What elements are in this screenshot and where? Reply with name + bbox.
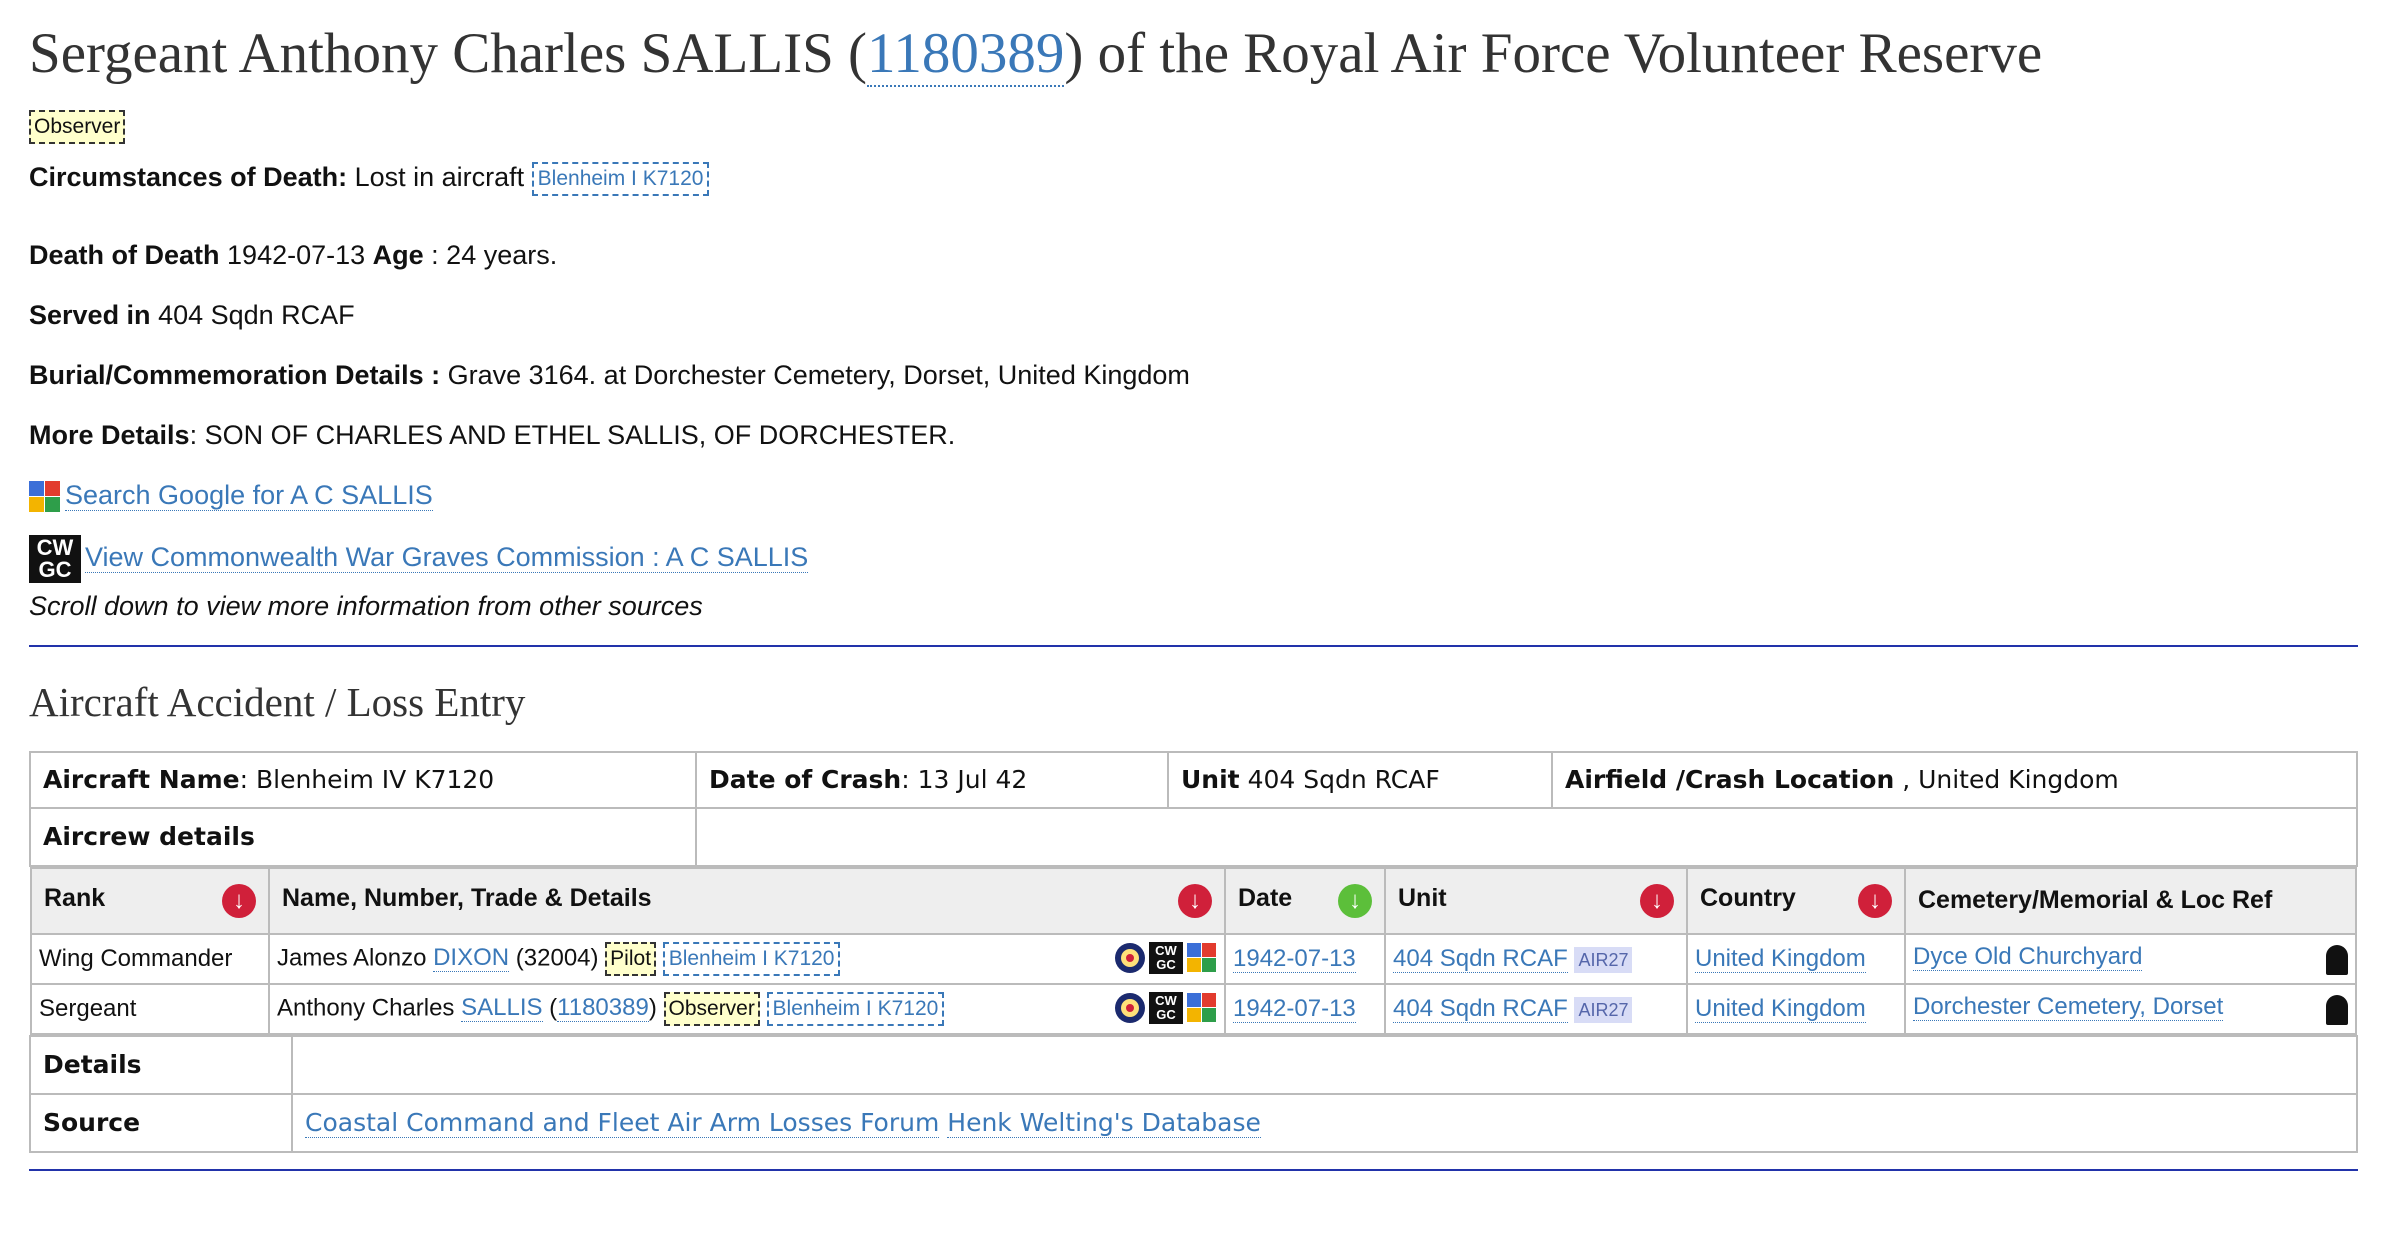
cwgc-icon: CW GC [29, 534, 81, 583]
crew-table: Rank ↓ Name, Number, Trade & Details ↓ Dat… [30, 866, 2357, 1035]
crew-date: 1942-07-13 [1224, 932, 1386, 985]
crew-country: United Kingdom [1686, 982, 1906, 1035]
crew-date-link[interactable]: 1942-07-13 [1233, 994, 1356, 1023]
aircrew-label-row: Aircrew details [29, 806, 2358, 867]
unit-cell: Unit 404 Sqdn RCAF [1167, 750, 1553, 809]
raf-roundel-icon[interactable] [1115, 942, 1145, 973]
air27-tag[interactable]: AIR27 [1574, 946, 1633, 973]
section-title: Aircraft Accident / Loss Entry [29, 678, 526, 725]
summary-row: Aircraft Name: Blenheim IV K7120 Date of… [29, 750, 2358, 809]
google-icon [29, 480, 61, 513]
gravestone-icon[interactable] [2326, 994, 2348, 1025]
sort-down-icon[interactable]: ↓ [222, 883, 256, 918]
crew-country-link[interactable]: United Kingdom [1695, 994, 1866, 1023]
crew-rank: Sergeant [30, 982, 270, 1035]
crew-date: 1942-07-13 [1224, 982, 1386, 1035]
details-value [292, 1037, 2356, 1093]
burial-row: Burial/Commemoration Details : Grave 316… [29, 359, 1190, 390]
crew-cemetery-link[interactable]: Dyce Old Churchyard [1913, 942, 2143, 971]
cwgc-link[interactable]: View Commonwealth War Graves Commission … [85, 541, 809, 573]
scroll-note: Scroll down to view more information fro… [29, 590, 703, 621]
page: Sergeant Anthony Charles SALLIS (1180389… [0, 0, 2387, 1171]
source-link-database[interactable]: Henk Welting's Database [947, 1108, 1261, 1139]
table-row: Wing Commander James Alonzo DIXON (32004… [30, 932, 2357, 985]
sort-down-icon[interactable]: ↓ [1858, 883, 1892, 918]
crew-cemetery: Dyce Old Churchyard [1904, 932, 2357, 985]
aircrew-label-cell: Aircrew details [29, 806, 697, 867]
raf-roundel-icon[interactable] [1115, 992, 1145, 1023]
google-icon[interactable] [1187, 992, 1217, 1023]
crew-cemetery-link[interactable]: Dorchester Cemetery, Dorset [1913, 992, 2224, 1021]
trade-badge: Observer [29, 110, 126, 144]
air27-tag[interactable]: AIR27 [1574, 996, 1633, 1023]
service-number-link[interactable]: 1180389 [867, 22, 1065, 87]
cwgc-icon[interactable]: CW GC [1149, 941, 1183, 974]
death-row: Death of Death 1942-07-13 Age : 24 years… [29, 239, 558, 270]
crew-cemetery: Dorchester Cemetery, Dorset [1904, 982, 2357, 1035]
more-details-row: More Details: SON OF CHARLES AND ETHEL S… [29, 419, 956, 450]
crew-name-cell: Anthony Charles SALLIS (1180389) Observe… [268, 982, 1226, 1035]
aircraft-link[interactable]: Blenheim I K7120 [766, 991, 945, 1026]
sort-down-icon[interactable]: ↓ [1640, 883, 1674, 918]
crew-unit-link[interactable]: 404 Sqdn RCAF [1393, 994, 1568, 1023]
crew-date-link[interactable]: 1942-07-13 [1233, 944, 1356, 973]
col-unit[interactable]: Unit ↓ [1384, 866, 1688, 935]
gravestone-icon[interactable] [2326, 944, 2348, 975]
crew-name-cell: James Alonzo DIXON (32004) Pilot Blenhei… [268, 932, 1226, 985]
col-name[interactable]: Name, Number, Trade & Details ↓ [268, 866, 1226, 935]
google-search-link[interactable]: Search Google for A C SALLIS [65, 479, 433, 511]
cwgc-row: CW GC View Commonwealth War Graves Commiss… [29, 534, 2358, 583]
trade-row: Observer [29, 110, 2358, 144]
loss-entry-table: Aircraft Name: Blenheim IV K7120 Date of… [29, 750, 2358, 1153]
served-row: Served in 404 Sqdn RCAF [29, 299, 355, 330]
crew-unit: 404 Sqdn RCAF AIR27 [1384, 982, 1688, 1035]
cwgc-icon[interactable]: CW GC [1149, 991, 1183, 1024]
col-cemetery: Cemetery/Memorial & Loc Ref [1904, 866, 2357, 935]
col-rank[interactable]: Rank ↓ [30, 866, 270, 935]
crew-surname-link[interactable]: SALLIS [461, 993, 543, 1022]
date-of-crash-cell: Date of Crash: 13 Jul 42 [695, 750, 1169, 809]
source-row: Source Coastal Command and Fleet Air Arm… [29, 1092, 2358, 1153]
airfield-cell: Airfield /Crash Location , United Kingdo… [1551, 750, 2358, 809]
aircraft-link[interactable]: Blenheim I K7120 [662, 941, 841, 976]
source-link-forum[interactable]: Coastal Command and Fleet Air Arm Losses… [305, 1108, 940, 1139]
crew-unit: 404 Sqdn RCAF AIR27 [1384, 932, 1688, 985]
crew-number-link[interactable]: 1180389 [557, 993, 649, 1022]
divider [29, 644, 2358, 647]
crew-surname-link[interactable]: DIXON [433, 943, 510, 972]
crew-country-link[interactable]: United Kingdom [1695, 944, 1866, 973]
crew-unit-link[interactable]: 404 Sqdn RCAF [1393, 944, 1568, 973]
crew-country: United Kingdom [1686, 932, 1906, 985]
aircraft-link[interactable]: Blenheim I K7120 [531, 161, 710, 196]
col-country[interactable]: Country ↓ [1686, 866, 1906, 935]
google-icon[interactable] [1187, 942, 1217, 973]
page-title: Sergeant Anthony Charles SALLIS (1180389… [29, 22, 2043, 87]
trade-badge: Pilot [605, 941, 657, 976]
google-search-row: Search Google for A C SALLIS [29, 478, 2358, 513]
aircraft-name-cell: Aircraft Name: Blenheim IV K7120 [29, 750, 697, 809]
details-label: Details [31, 1036, 293, 1093]
details-row: Details [29, 1034, 2358, 1095]
source-label: Source [31, 1094, 293, 1151]
bottom-divider [29, 1168, 2358, 1171]
col-date[interactable]: Date ↓ [1224, 866, 1386, 935]
crew-header-row: Rank ↓ Name, Number, Trade & Details ↓ Dat… [30, 866, 2357, 935]
source-value: Coastal Command and Fleet Air Arm Losses… [292, 1095, 2356, 1151]
sort-down-icon[interactable]: ↓ [1338, 883, 1372, 918]
circumstances-row: Circumstances of Death: Lost in aircraft… [29, 160, 2358, 196]
sort-down-icon[interactable]: ↓ [1178, 883, 1212, 918]
table-row: Sergeant Anthony Charles SALLIS (1180389… [30, 982, 2357, 1035]
trade-badge: Observer [663, 991, 760, 1026]
crew-rank: Wing Commander [30, 932, 270, 985]
